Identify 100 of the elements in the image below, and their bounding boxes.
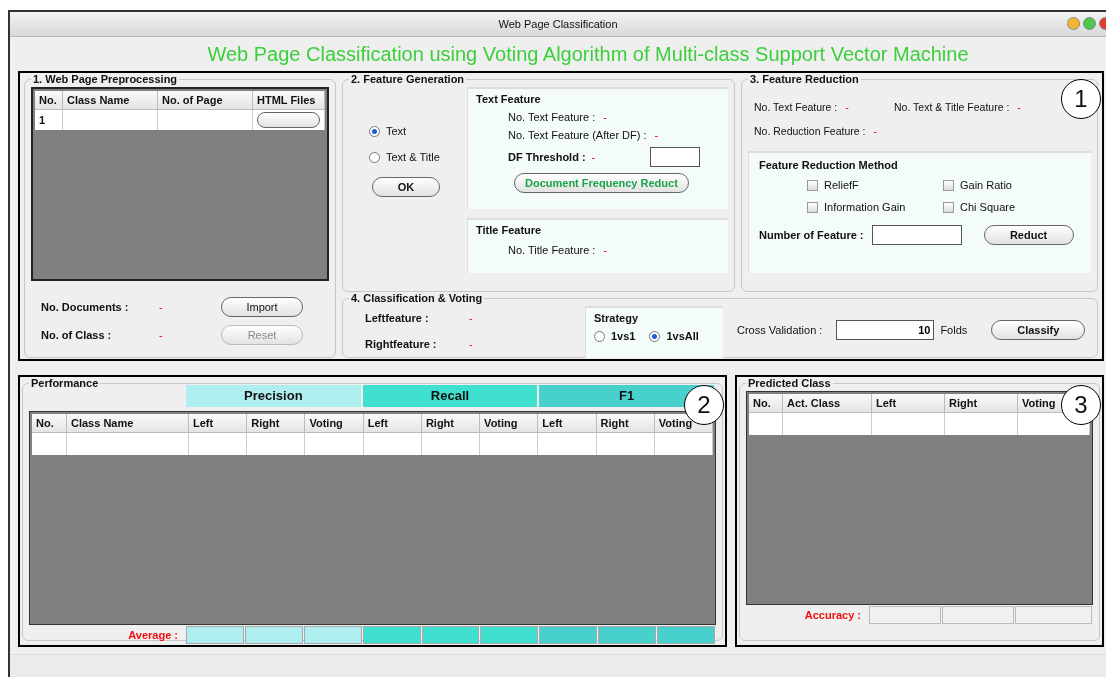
column-header: No.	[35, 91, 63, 110]
stat-value: -	[603, 244, 608, 256]
column-header: Act. Class	[783, 394, 872, 413]
table-cell	[32, 433, 67, 455]
stat-value: -	[654, 129, 659, 141]
column-header: HTML Files	[253, 91, 325, 110]
stat-label: No. Documents :	[41, 301, 130, 313]
column-header: Right	[421, 414, 481, 433]
browse-button[interactable]	[257, 112, 320, 128]
column-header: Left	[538, 414, 597, 433]
stat-label: No. Text & Title Feature :	[894, 101, 1010, 113]
column-header: Left	[872, 394, 945, 413]
table-cell	[538, 433, 597, 455]
window-control-icon[interactable]	[1067, 17, 1080, 30]
table-cell	[189, 433, 248, 455]
panel-title: Text Feature	[476, 93, 542, 105]
average-cell	[303, 626, 362, 644]
group-title: 3. Feature Reduction	[749, 73, 860, 85]
action-button[interactable]: Import	[221, 297, 303, 317]
table-cell	[596, 433, 655, 455]
stat-value: -	[603, 111, 607, 123]
group-title: Predicted Class	[747, 377, 832, 389]
field-label: Number of Feature :	[759, 229, 864, 241]
average-cell	[598, 626, 657, 644]
radio-option[interactable]: Text	[369, 125, 407, 137]
callout-number: 3	[1061, 385, 1101, 425]
group-title: 2. Feature Generation	[350, 73, 466, 85]
column-header: No.	[32, 414, 67, 433]
table-cell	[363, 433, 422, 455]
number-field[interactable]	[871, 225, 962, 245]
table-cell	[749, 413, 783, 435]
stat-label: No. Text Feature :	[754, 101, 838, 113]
average-cell	[244, 626, 303, 644]
metric-header: Precision	[186, 385, 361, 407]
column-header: Voting	[480, 414, 539, 433]
accuracy-cell	[869, 606, 941, 624]
threshold-label: DF Threshold :	[508, 151, 586, 163]
average-cell	[421, 626, 480, 644]
group-title: Performance	[30, 377, 100, 389]
radio-option[interactable]: 1vsAll	[649, 330, 699, 342]
stat-label: No. Title Feature :	[508, 244, 596, 256]
column-header: Class Name	[63, 91, 158, 110]
app-heading: Web Page Classification using Voting Algorithm of Multi-class Support Vector Machine	[206, 42, 970, 67]
ok-button[interactable]: OK	[372, 177, 440, 197]
panel-title: Strategy	[594, 312, 640, 324]
checkbox-option[interactable]: Gain Ratio	[943, 179, 1081, 191]
column-header: Left	[189, 414, 248, 433]
radio-option[interactable]: 1vs1	[594, 330, 636, 342]
column-header: Class Name	[67, 414, 189, 433]
callout-number: 1	[1061, 79, 1101, 119]
metric-header: Recall	[362, 385, 538, 407]
checkbox-option[interactable]: Information Gain	[807, 201, 943, 213]
stat-value: -	[159, 329, 164, 341]
accuracy-cell	[942, 606, 1014, 624]
average-cell	[186, 626, 244, 644]
stat-value: -	[845, 101, 849, 113]
stat-value: -	[1017, 101, 1021, 113]
stat-label: No. Text Feature (After DF) :	[508, 129, 647, 141]
stat-label: No. Reduction Feature :	[754, 125, 866, 137]
unit-label: Folds	[940, 324, 968, 336]
classify-button[interactable]: Classify	[991, 320, 1086, 340]
accuracy-label: Accuracy :	[803, 608, 862, 623]
radio-option[interactable]: Text & Title	[369, 151, 440, 163]
table-cell	[305, 433, 364, 455]
checkbox-option[interactable]: ReliefF	[807, 179, 943, 191]
reduct-button[interactable]: Reduct	[983, 225, 1074, 245]
average-label: Average :	[127, 628, 179, 643]
stat-value: -	[469, 312, 473, 324]
table-cell	[480, 433, 539, 455]
stat-label: No. Text Feature :	[508, 111, 596, 123]
threshold-field[interactable]	[649, 147, 700, 167]
stat-label: Rightfeature :	[365, 338, 438, 350]
table-cell	[421, 433, 481, 455]
column-header: Right	[945, 394, 1018, 413]
average-cell	[539, 626, 598, 644]
stat-label: No. of Class :	[41, 329, 113, 341]
panel-title: Title Feature	[476, 224, 543, 236]
panel-title: Feature Reduction Method	[759, 159, 899, 171]
average-cell	[657, 626, 715, 644]
stat-label: Leftfeature :	[365, 312, 430, 324]
stat-value: -	[159, 301, 164, 313]
stat-value: -	[873, 125, 877, 137]
group-title: 1. Web Page Preprocessing	[32, 73, 179, 85]
column-header: Left	[363, 414, 422, 433]
field-label: Cross Validation :	[737, 324, 823, 336]
average-cell	[480, 626, 539, 644]
window-control-icon[interactable]	[1083, 17, 1096, 30]
checkbox-option[interactable]: Chi Square	[943, 201, 1081, 213]
folds-field[interactable]: 10	[836, 320, 935, 340]
column-header: Right	[247, 414, 306, 433]
average-cell	[362, 626, 421, 644]
column-header: Voting	[305, 414, 364, 433]
group-title: 4. Classification & Voting	[350, 292, 484, 304]
column-header: No.	[749, 394, 783, 413]
table-cell	[247, 433, 306, 455]
column-header: No. of Page	[158, 91, 253, 110]
column-header: Right	[596, 414, 655, 433]
stat-value: -	[469, 338, 473, 350]
stat-value: -	[591, 151, 597, 163]
table-cell	[654, 433, 713, 455]
